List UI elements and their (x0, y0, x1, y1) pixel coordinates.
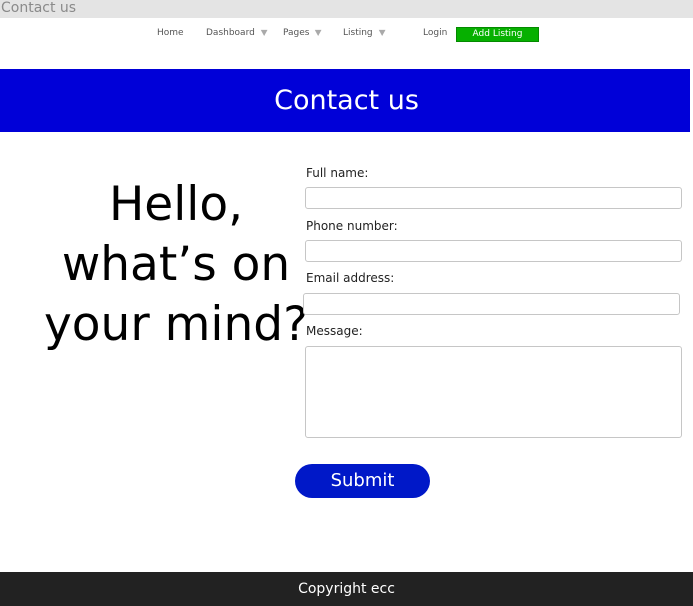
greeting-line-2: what’s on (61, 237, 291, 292)
window-title: Contact us (1, 0, 77, 16)
chevron-down-icon: ▼ (260, 28, 268, 37)
email-address-input[interactable] (303, 293, 680, 315)
email-address-label: Email address: (306, 271, 395, 285)
nav-listing-label: Listing (343, 28, 373, 38)
chevron-down-icon: ▼ (378, 28, 386, 37)
nav-pages-label: Pages (283, 28, 310, 38)
add-listing-button[interactable]: Add Listing (456, 27, 539, 42)
greeting-heading: Hello, what’s on your mind? (40, 175, 312, 355)
full-name-label: Full name: (306, 166, 369, 180)
phone-number-input[interactable] (305, 240, 682, 262)
nav-listing-dropdown[interactable]: Listing ▼ (343, 27, 385, 39)
add-listing-label: Add Listing (472, 29, 523, 39)
top-navigation: Home Dashboard ▼ Pages ▼ Listing ▼ Login Ad… (0, 18, 693, 69)
contact-page: Contact us Home Dashboard ▼ Pages ▼ Listin… (0, 0, 693, 606)
nav-pages-dropdown[interactable]: Pages ▼ (283, 27, 322, 39)
greeting-line-3: your mind? (43, 297, 309, 352)
nav-login-link[interactable]: Login (423, 27, 447, 39)
greeting-line-1: Hello, (108, 177, 244, 232)
chevron-down-icon: ▼ (315, 28, 322, 37)
copyright-text: Copyright ecc (298, 581, 395, 597)
nav-home-label: Home (157, 28, 184, 38)
submit-button[interactable]: Submit (295, 464, 430, 498)
nav-login-label: Login (423, 28, 448, 38)
nav-dashboard-dropdown[interactable]: Dashboard ▼ (206, 27, 267, 39)
submit-label: Submit (330, 470, 395, 491)
phone-number-label: Phone number: (306, 219, 398, 233)
message-textarea[interactable] (305, 346, 682, 438)
window-title-bar: Contact us (0, 0, 693, 18)
full-name-input[interactable] (305, 187, 682, 209)
footer: Copyright ecc (0, 572, 693, 606)
nav-dashboard-label: Dashboard (206, 28, 255, 38)
message-label: Message: (306, 324, 363, 338)
page-title: Contact us (274, 85, 419, 116)
hero-banner: Contact us (0, 69, 693, 132)
nav-home-link[interactable]: Home (157, 27, 184, 39)
